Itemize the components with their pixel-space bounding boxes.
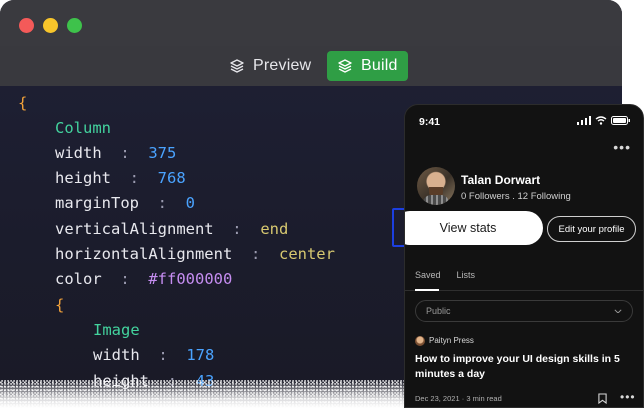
edit-profile-button[interactable]: Edit your profile (547, 216, 636, 242)
publisher-name[interactable]: Paityn Press (429, 336, 474, 345)
prop-key: width (93, 346, 140, 364)
more-options-icon[interactable]: ••• (613, 139, 631, 155)
article-title[interactable]: How to improve your UI design skills in … (415, 352, 625, 382)
layers-icon (230, 59, 244, 73)
prop-key: marginTop (55, 194, 139, 212)
signal-icon (577, 116, 591, 125)
code-line: width : 178 (93, 346, 215, 364)
chevron-down-icon (614, 309, 622, 314)
view-stats-button[interactable]: View stats (405, 211, 543, 245)
code-line: width : 375 (55, 144, 177, 162)
article-more-icon[interactable]: ••• (620, 390, 636, 404)
layers-icon (338, 59, 352, 73)
wifi-icon (595, 116, 607, 125)
prop-value: center (278, 245, 335, 263)
prop-key: height (55, 169, 111, 187)
avatar (417, 167, 455, 205)
prop-key: verticalAlignment (55, 220, 214, 238)
article-read-time: 3 min read (466, 394, 502, 403)
visibility-select-value: Public (426, 306, 451, 316)
tab-build-label: Build (361, 57, 398, 74)
prop-key: width (55, 144, 102, 162)
prop-value: 0 (185, 194, 196, 212)
mode-toolbar: Preview Build (0, 46, 622, 86)
prop-value: 768 (157, 169, 186, 187)
component-name: Column (55, 119, 111, 137)
tab-build[interactable]: Build (327, 51, 408, 81)
phone-preview: 9:41 ••• Talan Dorwart 0 Followers . 12 … (404, 104, 644, 408)
prop-value: 178 (186, 346, 215, 364)
article-meta: Dec 23, 2021 · 3 min read (415, 394, 502, 403)
status-icons (577, 116, 631, 125)
tab-saved[interactable]: Saved (415, 270, 441, 280)
publisher-avatar (415, 336, 425, 346)
battery-icon (611, 116, 630, 125)
prop-value: end (260, 220, 289, 238)
prop-key: color (55, 270, 102, 288)
following-count[interactable]: 12 Following (518, 191, 571, 202)
close-window-button[interactable] (19, 18, 34, 33)
code-line: horizontalAlignment : center (55, 245, 335, 263)
profile-follow-stats: 0 Followers . 12 Following (461, 191, 571, 202)
tab-preview-label: Preview (253, 57, 312, 74)
code-line: color : #ff000000 (55, 270, 233, 288)
tab-divider (405, 290, 643, 291)
status-time: 9:41 (419, 116, 441, 128)
child-open-brace: { (55, 296, 65, 314)
tab-active-indicator (415, 289, 439, 291)
followers-count[interactable]: 0 Followers (461, 191, 510, 202)
code-line: marginTop : 0 (55, 194, 196, 212)
fade-overlay (0, 380, 410, 408)
tab-preview[interactable]: Preview (219, 51, 321, 81)
open-brace: { (18, 94, 28, 112)
tab-lists[interactable]: Lists (457, 270, 476, 280)
minimize-window-button[interactable] (43, 18, 58, 33)
maximize-window-button[interactable] (67, 18, 82, 33)
prop-value: #ff000000 (148, 270, 233, 288)
title-bar (0, 0, 622, 46)
bookmark-icon[interactable] (598, 393, 607, 404)
profile-tabs: Saved Lists (415, 270, 475, 280)
code-line: verticalAlignment : end (55, 220, 289, 238)
visibility-select[interactable]: Public (415, 300, 633, 322)
article-date: Dec 23, 2021 (415, 394, 460, 403)
child-component-name: Image (93, 321, 140, 339)
prop-key: horizontalAlignment (55, 245, 233, 263)
code-line: height : 768 (55, 169, 186, 187)
prop-value: 375 (148, 144, 177, 162)
profile-name: Talan Dorwart (461, 173, 541, 187)
